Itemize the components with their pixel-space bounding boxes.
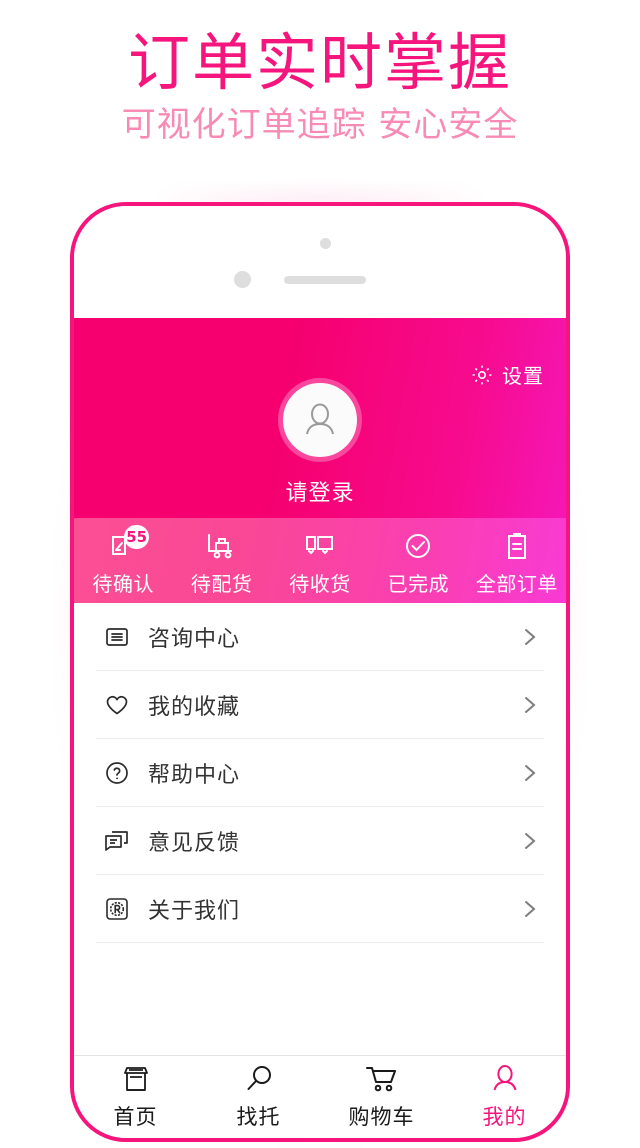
nav-item-label: 找托	[236, 1105, 281, 1129]
status-item-pending-receive[interactable]: 待收货	[271, 518, 369, 603]
question-circle-icon	[100, 760, 134, 786]
registered-seal-icon	[100, 896, 134, 922]
menu-item-help-center[interactable]: 帮助中心	[96, 739, 544, 807]
shopping-cart-icon	[365, 1061, 399, 1097]
status-label: 待配货	[190, 571, 253, 596]
clipboard-icon	[504, 529, 530, 563]
menu-item-feedback[interactable]: 意见反馈	[96, 807, 544, 875]
profile-identity: 请登录	[74, 378, 566, 507]
status-label: 已完成	[387, 571, 450, 596]
chevron-right-icon	[522, 625, 538, 649]
status-item-all-orders[interactable]: 全部订单	[468, 518, 566, 603]
menu-item-label: 关于我们	[148, 898, 241, 924]
chevron-right-icon	[522, 761, 538, 785]
app-screen: 设置 请登录 55 待确认 待配货 待收货 已完成 全部订单 咨询中心 我的收藏…	[74, 318, 566, 943]
login-prompt[interactable]: 请登录	[285, 475, 354, 507]
status-badge: 55	[124, 524, 150, 549]
menu-item-label: 帮助中心	[148, 762, 241, 788]
person-icon	[490, 1061, 520, 1097]
earpiece-speaker	[284, 276, 366, 284]
menu-item-consult-center[interactable]: 咨询中心	[96, 603, 544, 671]
menu-item-my-favorites[interactable]: 我的收藏	[96, 671, 544, 739]
truck-box-icon	[303, 529, 337, 563]
avatar[interactable]	[278, 378, 362, 462]
phone-frame: 设置 请登录 55 待确认 待配货 待收货 已完成 全部订单 咨询中心 我的收藏…	[70, 202, 570, 1142]
status-item-pending-confirm[interactable]: 55 待确认	[74, 518, 172, 603]
menu-list: 咨询中心 我的收藏 帮助中心 意见反馈 关于我们	[74, 603, 566, 943]
phone-top-bezel	[74, 206, 566, 318]
profile-header: 设置 请登录	[74, 318, 566, 518]
camera-dot-icon	[320, 238, 331, 249]
delivery-cart-icon	[205, 529, 239, 563]
feedback-bubble-icon	[100, 828, 134, 854]
nav-item-label: 购物车	[348, 1105, 415, 1129]
menu-item-label: 意见反馈	[148, 830, 241, 856]
status-label: 全部订单	[475, 571, 558, 596]
status-item-pending-dispatch[interactable]: 待配货	[172, 518, 270, 603]
bottom-navigation: 首页 找托 购物车 我的	[74, 1055, 566, 1138]
nav-item-cart[interactable]: 购物车	[320, 1056, 443, 1138]
status-label: 待确认	[92, 571, 154, 596]
promo-banner: 订单实时掌握 可视化订单追踪 安心安全	[0, 0, 640, 195]
nav-item-home[interactable]: 首页	[74, 1056, 197, 1138]
store-icon	[120, 1061, 152, 1097]
menu-item-about-us[interactable]: 关于我们	[96, 875, 544, 943]
pending-confirm-icon: 55	[108, 524, 150, 563]
chevron-right-icon	[522, 897, 538, 921]
chevron-right-icon	[522, 829, 538, 853]
check-circle-icon	[403, 529, 433, 563]
sensor-dot-icon	[234, 271, 251, 288]
magnifier-icon	[244, 1061, 274, 1097]
status-label: 待收货	[289, 571, 351, 596]
nav-item-mine[interactable]: 我的	[443, 1056, 566, 1138]
heart-icon	[100, 692, 134, 718]
nav-item-find[interactable]: 找托	[197, 1056, 320, 1138]
person-avatar-icon	[299, 399, 341, 441]
menu-item-label: 我的收藏	[148, 694, 241, 720]
status-item-completed[interactable]: 已完成	[369, 518, 467, 603]
nav-item-label: 首页	[113, 1105, 158, 1129]
nav-item-label: 我的	[482, 1105, 527, 1129]
order-status-strip: 55 待确认 待配货 待收货 已完成 全部订单	[74, 518, 566, 603]
promo-subtitle: 可视化订单追踪 安心安全	[121, 105, 519, 146]
menu-item-label: 咨询中心	[148, 626, 241, 652]
list-lines-icon	[100, 624, 134, 650]
promo-title: 订单实时掌握	[127, 26, 512, 99]
chevron-right-icon	[522, 693, 538, 717]
